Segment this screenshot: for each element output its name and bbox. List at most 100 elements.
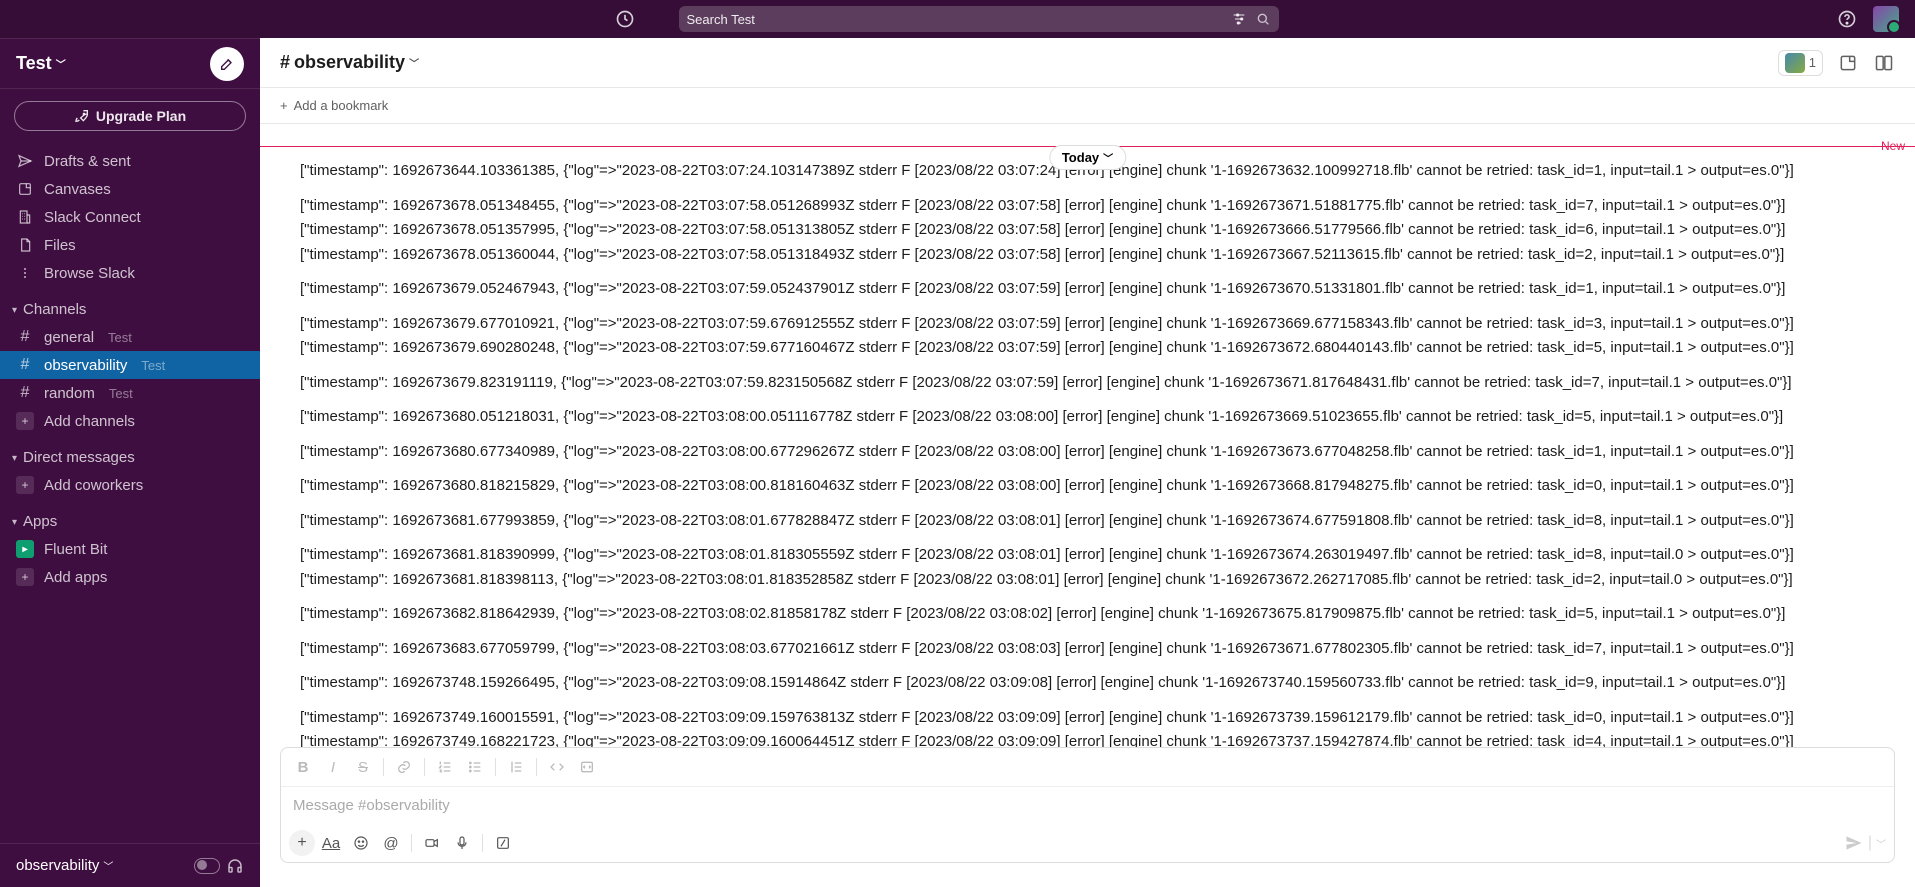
channels-section-label: Channels (23, 301, 86, 318)
chevron-down-icon: ﹀ (409, 55, 419, 70)
upgrade-label: Upgrade Plan (96, 108, 186, 124)
channel-settings-button[interactable] (1873, 52, 1895, 74)
add-bookmark-button[interactable]: + Add a bookmark (280, 98, 388, 113)
code-button[interactable] (543, 754, 571, 780)
split-icon (1874, 53, 1894, 73)
hash-icon: # (16, 356, 34, 374)
ordered-list-button[interactable] (431, 754, 459, 780)
channel-item-random[interactable]: # random Test (0, 379, 260, 407)
strike-button[interactable]: S (349, 754, 377, 780)
link-button[interactable] (390, 754, 418, 780)
channels-section-header[interactable]: ▾ Channels (0, 295, 260, 323)
clock-icon (615, 9, 635, 29)
top-bar: Search Test (0, 0, 1915, 38)
mic-icon (454, 835, 470, 851)
mention-button[interactable]: @ (377, 830, 405, 856)
canvas-button[interactable] (1837, 52, 1859, 74)
sidebar-item-drafts-sent[interactable]: Drafts & sent (0, 147, 260, 175)
date-divider[interactable]: Today﹀ (1049, 145, 1126, 170)
search-input[interactable]: Search Test (679, 6, 1279, 32)
emoji-button[interactable] (347, 830, 375, 856)
filter-icon[interactable] (1231, 11, 1247, 27)
sidebar-item-browse-slack[interactable]: Browse Slack (0, 259, 260, 287)
channel-workspace-tag: Test (109, 386, 133, 401)
log-line: ["timestamp": 1692673682.818642939, {"lo… (260, 602, 1915, 627)
apps-section-label: Apps (23, 513, 57, 530)
upgrade-plan-button[interactable]: Upgrade Plan (14, 101, 246, 131)
app-item-fluent-bit[interactable]: ▸ Fluent Bit (0, 535, 260, 563)
log-line: ["timestamp": 1692673681.818390999, {"lo… (260, 543, 1915, 568)
app-icon: ▸ (16, 540, 34, 558)
file-icon (16, 236, 34, 254)
dm-section-header[interactable]: ▾ Direct messages (0, 443, 260, 471)
add-coworkers-label: Add coworkers (44, 477, 143, 494)
channel-pane: # observability ﹀ 1 + Add a book (260, 38, 1915, 887)
channel-workspace-tag: Test (141, 358, 165, 373)
formatting-toggle-button[interactable]: Aa (317, 830, 345, 856)
user-avatar[interactable] (1873, 6, 1899, 32)
hash-icon: # (16, 384, 34, 402)
ol-icon (437, 759, 453, 775)
dm-section-label: Direct messages (23, 449, 135, 466)
message-composer[interactable]: B I S (280, 747, 1895, 863)
huddle-toggle[interactable] (194, 858, 220, 874)
video-button[interactable] (418, 830, 446, 856)
channel-item-general[interactable]: #generalTest (0, 323, 260, 351)
log-line: ["timestamp": 1692673679.677010921, {"lo… (260, 312, 1915, 337)
chevron-down-icon: ﹀ (1876, 836, 1886, 851)
search-placeholder: Search Test (687, 12, 1231, 27)
add-apps-button[interactable]: + Add apps (0, 563, 260, 591)
sidebar-item-slack-connect[interactable]: Slack Connect (0, 203, 260, 231)
bullet-list-button[interactable] (461, 754, 489, 780)
attach-button[interactable]: + (289, 830, 315, 856)
footer-channel-name: observability (16, 857, 99, 874)
formatting-toolbar: B I S (281, 748, 1894, 787)
italic-button[interactable]: I (319, 754, 347, 780)
log-line: ["timestamp": 1692673749.168221723, {"lo… (260, 730, 1915, 747)
ul-icon (467, 759, 483, 775)
sidebar: Test ﹀ Upgrade Plan Drafts & sent Canvase… (0, 38, 260, 887)
footer-channel-switcher[interactable]: observability ﹀ (16, 857, 113, 874)
log-line: ["timestamp": 1692673679.052467943, {"lo… (260, 277, 1915, 302)
members-button[interactable]: 1 (1778, 50, 1823, 76)
bold-button[interactable]: B (289, 754, 317, 780)
sidebar-item-files[interactable]: Files (0, 231, 260, 259)
canvas-icon (16, 180, 34, 198)
channel-item-observability[interactable]: #observabilityTest (0, 351, 260, 379)
headphones-icon[interactable] (226, 857, 244, 875)
apps-section-header[interactable]: ▾ Apps (0, 507, 260, 535)
sidebar-item-canvases[interactable]: Canvases (0, 175, 260, 203)
blockquote-button[interactable] (502, 754, 530, 780)
channel-label: random (44, 385, 95, 402)
new-messages-marker: New (1881, 139, 1905, 153)
help-icon (1837, 9, 1857, 29)
composer-actions: + Aa @ (281, 824, 1894, 862)
add-channels-button[interactable]: + Add channels (0, 407, 260, 435)
workspace-switcher[interactable]: Test ﹀ (16, 53, 66, 74)
channel-workspace-tag: Test (108, 330, 132, 345)
log-line: ["timestamp": 1692673678.051348455, {"lo… (260, 194, 1915, 219)
send-icon (1844, 833, 1864, 853)
channel-name-button[interactable]: # observability ﹀ (280, 52, 419, 73)
message-list[interactable]: New Today﹀["timestamp": 1692673644.10336… (260, 124, 1915, 747)
compose-button[interactable] (210, 47, 244, 81)
log-line: ["timestamp": 1692673678.051360044, {"lo… (260, 243, 1915, 268)
search-icon[interactable] (1255, 11, 1271, 27)
composer-input[interactable]: Message #observability (281, 787, 1894, 824)
add-apps-label: Add apps (44, 569, 107, 586)
app-label: Fluent Bit (44, 541, 107, 558)
sidebar-item-label: Canvases (44, 181, 111, 198)
log-line: ["timestamp": 1692673749.160015591, {"lo… (260, 706, 1915, 731)
audio-button[interactable] (448, 830, 476, 856)
send-button[interactable]: | ﹀ (1844, 833, 1886, 853)
log-line: ["timestamp": 1692673681.677993859, {"lo… (260, 509, 1915, 534)
add-coworkers-button[interactable]: + Add coworkers (0, 471, 260, 499)
help-button[interactable] (1837, 9, 1857, 29)
log-line: ["timestamp": 1692673680.818215829, {"lo… (260, 474, 1915, 499)
caret-down-icon: ▾ (12, 453, 17, 464)
codeblock-button[interactable] (573, 754, 601, 780)
plus-icon: + (16, 568, 34, 586)
sidebar-footer: observability ﹀ (0, 843, 260, 887)
history-button[interactable] (613, 7, 637, 31)
shortcuts-button[interactable] (489, 830, 517, 856)
